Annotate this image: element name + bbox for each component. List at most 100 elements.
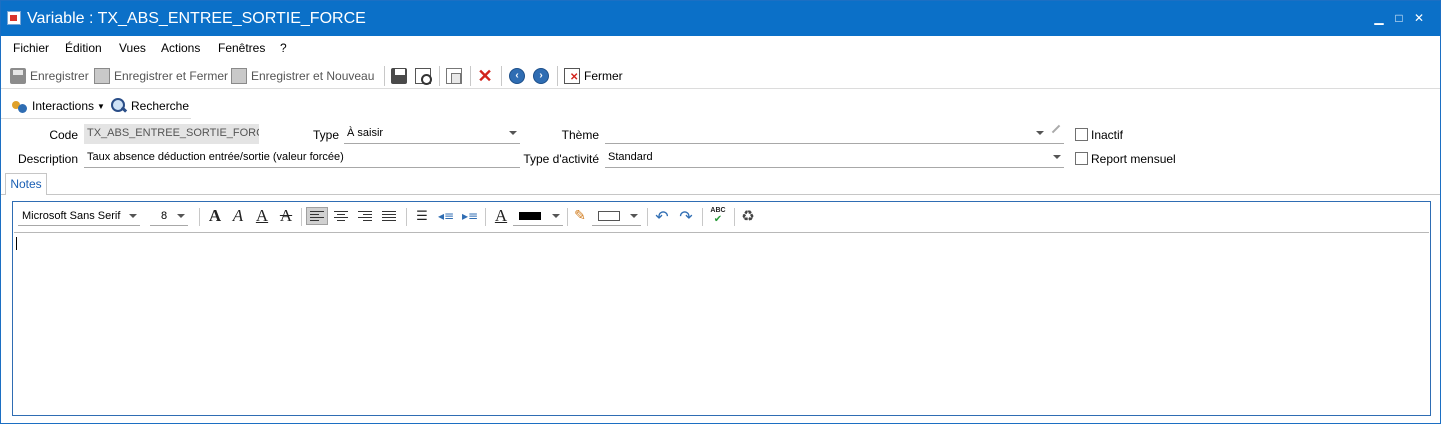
type-select-value: À saisir — [347, 127, 384, 139]
delete-button[interactable]: ✕ — [477, 66, 497, 86]
main-toolbar: Enregistrer Enregistrer et Fermer Enregi… — [1, 63, 1440, 89]
bullet-list-button[interactable]: ☰ — [411, 207, 433, 225]
minimize-button[interactable]: ▁ — [1371, 10, 1387, 26]
align-center-button[interactable] — [330, 207, 352, 225]
outdent-icon: ◂≡ — [437, 209, 455, 223]
monthly-report-label: Report mensuel — [1091, 152, 1176, 166]
interactions-button[interactable]: Interactions ▼ — [12, 96, 105, 116]
redo-button[interactable]: ↷ — [675, 207, 697, 226]
copy-button[interactable] — [446, 66, 466, 86]
description-field[interactable]: Taux absence déduction entrée/sortie (va… — [84, 148, 520, 168]
edit-pencil-icon — [1051, 124, 1061, 134]
print-preview-button[interactable] — [415, 66, 435, 86]
tab-notes[interactable]: Notes — [5, 173, 47, 195]
align-left-button[interactable] — [306, 207, 328, 225]
format-separator — [301, 208, 302, 226]
window-title: Variable : TX_ABS_ENTREE_SORTIE_FORCE — [27, 10, 366, 27]
inactive-checkbox[interactable] — [1075, 128, 1088, 141]
type-select[interactable]: À saisir — [344, 124, 520, 144]
text-color-icon: A — [494, 206, 508, 225]
description-label: Description — [17, 152, 78, 166]
bold-button[interactable]: A — [204, 206, 226, 225]
chevron-down-icon — [1053, 155, 1061, 159]
chevron-down-icon — [552, 214, 560, 218]
delete-icon: ✕ — [477, 66, 493, 86]
menu-bar: Fichier Édition Vues Actions Fenêtres ? — [1, 36, 1440, 60]
toolbar-separator — [470, 66, 471, 86]
print-button[interactable] — [391, 66, 411, 86]
chevron-down-icon — [630, 214, 638, 218]
format-separator — [406, 208, 407, 226]
font-name-value: Microsoft Sans Serif — [22, 210, 121, 222]
title-bar: Variable : TX_ABS_ENTREE_SORTIE_FORCE ▁ … — [1, 1, 1440, 36]
save-close-icon — [94, 68, 110, 84]
previous-button[interactable]: ‹ — [509, 66, 529, 86]
arrow-right-icon: › — [533, 68, 549, 84]
italic-button[interactable]: A — [227, 206, 249, 225]
next-button[interactable]: › — [533, 66, 553, 86]
activity-type-label: Type d'activité — [523, 152, 599, 166]
chevron-down-icon — [509, 131, 517, 135]
close-window-button[interactable]: ✕ — [1411, 10, 1427, 26]
interactions-icon — [12, 98, 28, 114]
highlight-color-button[interactable]: ✎ — [570, 207, 590, 225]
undo-button[interactable]: ↶ — [651, 207, 673, 226]
spellcheck-button[interactable]: ABC ✔ — [706, 207, 730, 225]
highlight-color-select[interactable] — [592, 207, 641, 226]
type-label: Type — [312, 128, 339, 142]
search-label: Recherche — [131, 99, 190, 113]
format-separator — [734, 208, 735, 226]
toolbar-separator — [439, 66, 440, 86]
checkmark-icon: ✔ — [713, 214, 723, 225]
outdent-button[interactable]: ◂≡ — [435, 207, 457, 225]
menu-vues[interactable]: Vues — [119, 41, 146, 55]
text-color-select[interactable] — [513, 207, 563, 226]
menu-actions[interactable]: Actions — [161, 41, 200, 55]
menu-help[interactable]: ? — [280, 41, 287, 55]
app-icon — [7, 11, 21, 25]
chevron-down-icon — [1036, 131, 1044, 135]
theme-select[interactable] — [605, 124, 1064, 144]
maximize-button[interactable]: □ — [1391, 10, 1407, 26]
save-icon — [10, 68, 26, 84]
font-name-select[interactable]: Microsoft Sans Serif — [18, 207, 140, 226]
format-separator — [647, 208, 648, 226]
menu-fichier[interactable]: Fichier — [13, 41, 49, 55]
save-new-button[interactable]: Enregistrer et Nouveau — [231, 66, 374, 86]
save-new-button-label: Enregistrer et Nouveau — [251, 69, 375, 83]
indent-button[interactable]: ▸≡ — [459, 207, 481, 225]
format-separator — [702, 208, 703, 226]
close-doc-icon — [564, 68, 580, 84]
align-left-icon — [310, 210, 324, 222]
activity-type-select-value: Standard — [608, 151, 653, 163]
indent-icon: ▸≡ — [461, 209, 479, 223]
underline-button[interactable]: A — [251, 206, 273, 225]
align-right-button[interactable] — [354, 207, 376, 225]
save-close-button[interactable]: Enregistrer et Fermer — [94, 66, 228, 86]
justify-button[interactable] — [378, 207, 400, 225]
copy-icon — [446, 68, 462, 84]
activity-type-select[interactable]: Standard — [605, 148, 1064, 168]
save-close-button-label: Enregistrer et Fermer — [114, 69, 229, 83]
format-separator — [199, 208, 200, 226]
inactive-label: Inactif — [1091, 128, 1124, 142]
toolbar-separator — [501, 66, 502, 86]
toolbar-separator — [384, 66, 385, 86]
close-button[interactable]: Fermer — [564, 66, 623, 86]
search-button[interactable]: Recherche — [111, 96, 189, 116]
recycle-button[interactable]: ♻ — [737, 207, 759, 225]
notes-text-area[interactable] — [14, 232, 1429, 415]
font-size-select[interactable]: 8 — [150, 207, 188, 226]
bullet-list-icon: ☰ — [416, 208, 428, 224]
text-color-button[interactable]: A — [490, 206, 512, 225]
code-field: TX_ABS_ENTREE_SORTIE_FORCE — [84, 124, 259, 144]
text-color-swatch — [519, 212, 541, 221]
print-icon — [391, 68, 407, 84]
save-button[interactable]: Enregistrer — [10, 66, 89, 86]
strikethrough-button[interactable]: A — [275, 206, 297, 225]
menu-edition[interactable]: Édition — [65, 41, 102, 55]
monthly-report-checkbox[interactable] — [1075, 152, 1088, 165]
toolbar-separator — [557, 66, 558, 86]
menu-fenetres[interactable]: Fenêtres — [218, 41, 265, 55]
theme-label: Thème — [561, 128, 599, 142]
